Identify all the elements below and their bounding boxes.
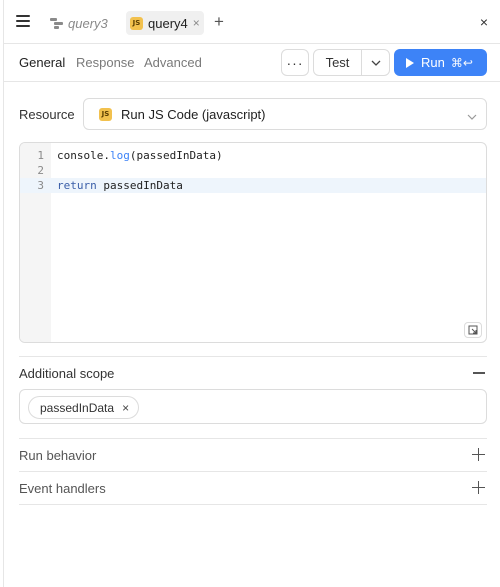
menu-icon[interactable] (16, 15, 30, 29)
test-button-label: Test (314, 50, 362, 75)
more-icon: ··· (286, 54, 304, 71)
line-number: 2 (37, 164, 44, 177)
line-number: 3 (37, 179, 44, 192)
divider (19, 471, 487, 472)
resource-select[interactable]: JS Run JS Code (javascript) (83, 98, 487, 130)
code-line[interactable]: 1 console.log(passedInData) (20, 148, 486, 163)
code-text: return passedInData (57, 179, 183, 192)
query-icon (50, 17, 63, 29)
play-icon (406, 57, 414, 68)
close-tab-icon[interactable]: × (193, 16, 200, 30)
scope-chip[interactable]: passedInData × (28, 396, 140, 419)
expand-plus-icon[interactable] (472, 448, 485, 461)
resource-value: Run JS Code (javascript) (121, 106, 266, 122)
tab-advanced[interactable]: Advanced (144, 55, 202, 70)
code-text: console.log(passedInData) (57, 149, 223, 162)
close-panel-icon[interactable]: × (480, 13, 488, 31)
additional-scope-input[interactable]: passedInData × (19, 389, 487, 424)
js-badge-icon: JS (99, 107, 112, 121)
chevron-down-icon[interactable] (362, 60, 389, 66)
code-line[interactable]: 2 (20, 163, 486, 178)
more-options-button[interactable]: ··· (281, 49, 309, 76)
resource-label: Resource (19, 107, 75, 122)
remove-chip-icon[interactable]: × (122, 401, 129, 415)
left-rail (0, 0, 4, 587)
tab-response[interactable]: Response (76, 55, 135, 70)
chevron-down-icon (467, 108, 477, 123)
divider (19, 356, 487, 357)
js-badge-icon: JS (130, 16, 143, 30)
additional-scope-title[interactable]: Additional scope (19, 366, 114, 381)
add-tab-icon[interactable]: + (214, 13, 224, 31)
query-tab-bar: query3 JS query4 × + × (4, 0, 500, 44)
run-button[interactable]: Run ⌘↩ (394, 49, 487, 76)
expand-plus-icon[interactable] (472, 481, 485, 494)
tab-general[interactable]: General (19, 55, 65, 70)
code-line-active[interactable]: 3 return passedInData (20, 178, 486, 193)
divider (19, 438, 487, 439)
query-subheader: General Response Advanced ··· Test Run ⌘… (4, 44, 500, 82)
expand-editor-icon[interactable] (464, 322, 482, 338)
run-shortcut: ⌘↩ (450, 55, 473, 70)
run-button-label: Run (421, 55, 445, 70)
collapse-icon[interactable] (473, 372, 485, 374)
scope-chip-label: passedInData (40, 400, 115, 415)
tab-query3[interactable]: query3 (46, 11, 112, 35)
run-behavior-title[interactable]: Run behavior (19, 448, 96, 463)
event-handlers-title[interactable]: Event handlers (19, 481, 106, 496)
line-number: 1 (37, 149, 44, 162)
test-button[interactable]: Test (313, 49, 390, 76)
code-editor[interactable]: 1 console.log(passedInData) 2 3 return p… (19, 142, 487, 343)
tab-label: query4 (148, 15, 188, 31)
tab-label: query3 (68, 15, 108, 31)
divider (19, 504, 487, 505)
tab-query4[interactable]: JS query4 × (126, 11, 204, 35)
